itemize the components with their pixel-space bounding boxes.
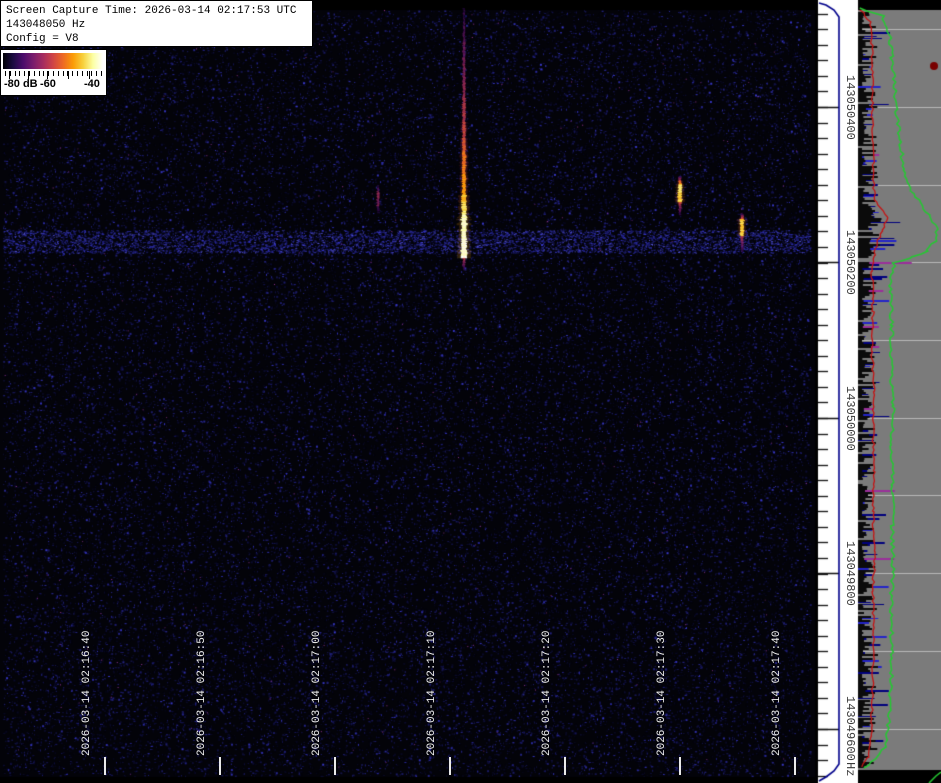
time-label-0: 2026-03-14 02:16:40 [81, 631, 93, 756]
colorbar-minor-tick [72, 71, 73, 76]
colorbar-minor-tick [34, 71, 35, 76]
colorbar-minor-tick [5, 71, 6, 76]
colorbar-minor-tick [48, 71, 49, 76]
center-frequency-text: 143048050 Hz [6, 18, 307, 32]
time-tick-0 [104, 757, 106, 775]
colorbar-minor-tick [24, 71, 25, 76]
colorbar-label-min: -80 dB [4, 78, 38, 90]
frequency-axis-unit: Hz [842, 762, 857, 776]
freq-label-0: 143050400 [842, 55, 857, 159]
time-label-2: 2026-03-14 02:17:00 [311, 631, 323, 756]
config-text: Config = V8 [6, 32, 307, 46]
colorbar-minor-tick [91, 71, 92, 76]
time-tick-1 [219, 757, 221, 775]
capture-time-text: Screen Capture Time: 2026-03-14 02:17:53… [6, 4, 307, 18]
freq-label-2: 143050000 [842, 366, 857, 470]
screen-capture-root: Screen Capture Time: 2026-03-14 02:17:53… [0, 0, 941, 783]
time-label-1: 2026-03-14 02:16:50 [196, 631, 208, 756]
colorbar-minor-tick [87, 71, 88, 76]
time-label-4: 2026-03-14 02:17:20 [541, 631, 553, 756]
time-tick-2 [334, 757, 336, 775]
colorbar-minor-tick [53, 71, 54, 76]
colorbar-box: -80 dB -60 -40 [0, 49, 107, 96]
spectrogram-waterfall-canvas [0, 0, 941, 783]
colorbar-label-mid: -60 [40, 78, 56, 90]
time-label-3: 2026-03-14 02:17:10 [426, 631, 438, 756]
time-label-5: 2026-03-14 02:17:30 [656, 631, 668, 756]
colorbar-label-max: -40 [84, 78, 100, 90]
time-tick-6 [794, 757, 796, 775]
freq-label-3: 143049800 [842, 521, 857, 625]
time-label-6: 2026-03-14 02:17:40 [771, 631, 783, 756]
colorbar-minor-tick [101, 71, 102, 76]
time-tick-5 [679, 757, 681, 775]
colorbar-minor-tick [19, 71, 20, 76]
time-tick-3 [449, 757, 451, 775]
colorbar-minor-tick [58, 71, 59, 76]
colorbar-minor-tick [29, 71, 30, 76]
time-tick-4 [564, 757, 566, 775]
colorbar-minor-tick [39, 71, 40, 76]
colorbar-minor-tick [63, 71, 64, 76]
colorbar-gradient [3, 53, 103, 69]
freq-label-1: 143050200 [842, 210, 857, 314]
colorbar-major-tick [68, 71, 69, 79]
capture-info-box: Screen Capture Time: 2026-03-14 02:17:53… [0, 0, 313, 47]
colorbar-minor-tick [15, 71, 16, 76]
colorbar-minor-tick [43, 71, 44, 76]
colorbar-minor-tick [10, 71, 11, 76]
colorbar-minor-tick [96, 71, 97, 76]
colorbar-minor-tick [82, 71, 83, 76]
colorbar-minor-tick [77, 71, 78, 76]
